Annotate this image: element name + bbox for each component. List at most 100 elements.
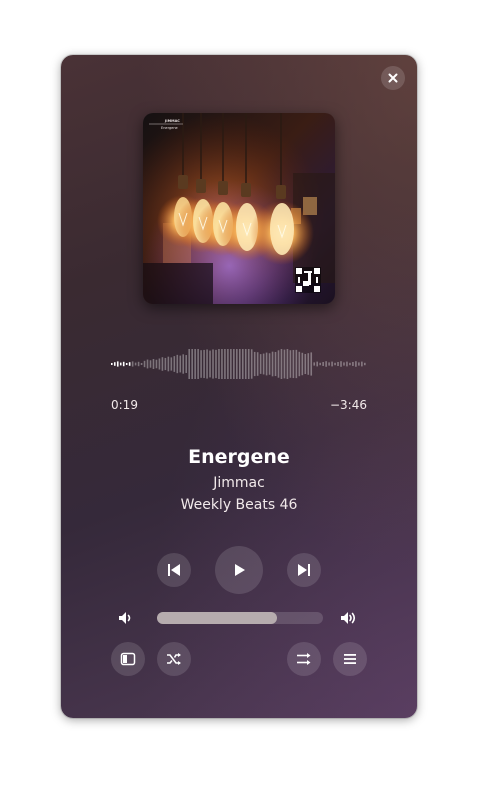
close-button[interactable] xyxy=(381,66,405,90)
skip-next-icon xyxy=(298,564,310,576)
waveform-seekbar[interactable] xyxy=(111,347,367,381)
time-elapsed: 0:19 xyxy=(111,398,138,412)
volume-slider[interactable] xyxy=(157,612,323,624)
waveform-bar xyxy=(176,354,179,374)
waveform-bar xyxy=(128,362,131,366)
track-artist: Jimmac xyxy=(213,475,265,491)
waveform-bar xyxy=(328,362,330,366)
waveform-bar xyxy=(259,354,262,374)
waveform-bar xyxy=(256,352,259,376)
waveform-bar xyxy=(361,361,363,367)
waveform-bar xyxy=(227,349,229,379)
waveform-bar xyxy=(307,353,310,375)
track-title: Energene xyxy=(188,446,290,468)
waveform-bar xyxy=(143,360,146,368)
waveform-bar xyxy=(111,363,113,365)
track-album: Weekly Beats 46 xyxy=(180,497,298,513)
waveform-bar xyxy=(319,362,321,366)
waveform-bar xyxy=(146,359,149,369)
waveform-bar xyxy=(277,350,280,378)
volume-low-icon[interactable] xyxy=(117,609,135,627)
shuffle-icon xyxy=(167,653,181,665)
waveform-bar xyxy=(152,359,155,369)
waveform-bar xyxy=(161,357,164,371)
waveform-bar xyxy=(170,357,173,371)
play-button[interactable] xyxy=(215,546,263,594)
waveform-bar xyxy=(203,349,205,379)
waveform-bar xyxy=(140,363,143,365)
waveform-bar xyxy=(343,362,345,366)
waveform-bar xyxy=(253,351,256,377)
waveform-bar xyxy=(364,362,366,366)
sidebar-icon xyxy=(120,652,136,666)
waveform-bar xyxy=(334,362,336,366)
cover-logo-mark xyxy=(295,267,321,293)
waveform-bar xyxy=(352,362,354,366)
waveform-bar xyxy=(149,360,152,368)
repeat-button[interactable] xyxy=(287,642,321,676)
waveform-bar xyxy=(346,361,348,367)
waveform-bar xyxy=(292,349,295,379)
waveform-bar xyxy=(218,349,220,379)
waveform-bar xyxy=(188,349,190,379)
waveform-bar xyxy=(313,362,316,366)
next-button[interactable] xyxy=(287,553,321,587)
waveform-bar xyxy=(155,359,158,369)
waveform-bar xyxy=(304,354,307,374)
waveform-bar xyxy=(119,362,122,366)
waveform-bar xyxy=(250,349,253,379)
waveform-bar xyxy=(206,349,208,379)
previous-button[interactable] xyxy=(157,553,191,587)
waveform-bar xyxy=(298,351,301,377)
skip-previous-icon xyxy=(168,564,180,576)
repeat-icon xyxy=(297,653,311,665)
waveform-bar xyxy=(167,356,170,372)
album-cover: JIMMAC Energene xyxy=(143,113,335,304)
waveform-bar xyxy=(215,349,217,379)
waveform-bar xyxy=(233,349,235,379)
volume-slider-fill xyxy=(157,612,277,624)
waveform-bar xyxy=(301,352,304,376)
waveform-bar xyxy=(244,349,247,379)
waveform-bar xyxy=(247,349,250,379)
waveform-bar xyxy=(295,349,298,379)
waveform-bar xyxy=(221,349,223,379)
waveform-bar xyxy=(230,349,232,379)
waveform-bar xyxy=(137,361,140,367)
waveform-bar xyxy=(125,363,128,365)
waveform-bar xyxy=(283,349,286,379)
waveform-bar xyxy=(134,362,137,366)
waveform-bar xyxy=(179,355,182,373)
waveform-bar xyxy=(340,361,342,367)
play-icon xyxy=(235,564,245,576)
waveform-bar xyxy=(355,361,357,367)
waveform-bar xyxy=(289,350,292,378)
waveform-bar xyxy=(116,361,119,367)
shuffle-button[interactable] xyxy=(157,642,191,676)
waveform-bar xyxy=(194,349,196,379)
waveform-bar xyxy=(349,362,351,366)
sidebar-toggle-button[interactable] xyxy=(111,642,145,676)
waveform-bar xyxy=(325,361,327,367)
waveform-bar xyxy=(265,352,268,376)
menu-button[interactable] xyxy=(333,642,367,676)
menu-icon xyxy=(344,654,356,664)
waveform-bar xyxy=(224,349,226,379)
waveform-bar xyxy=(241,349,244,379)
waveform-bar xyxy=(239,349,241,379)
waveform-bar xyxy=(310,352,313,376)
waveform-bar xyxy=(358,362,360,366)
waveform-bar xyxy=(274,351,277,377)
volume-high-icon[interactable] xyxy=(340,609,358,627)
close-icon xyxy=(388,73,398,83)
waveform-bar xyxy=(331,361,333,367)
waveform-bar xyxy=(164,357,167,371)
waveform-bar xyxy=(200,350,202,378)
waveform-bar xyxy=(236,349,238,379)
cover-artist-label: JIMMAC xyxy=(164,119,180,123)
cover-title-label: Energene xyxy=(161,126,178,130)
time-remaining: −3:46 xyxy=(329,398,367,412)
waveform-bar xyxy=(322,362,324,366)
waveform-bar xyxy=(280,349,283,379)
waveform-bar xyxy=(131,361,134,367)
